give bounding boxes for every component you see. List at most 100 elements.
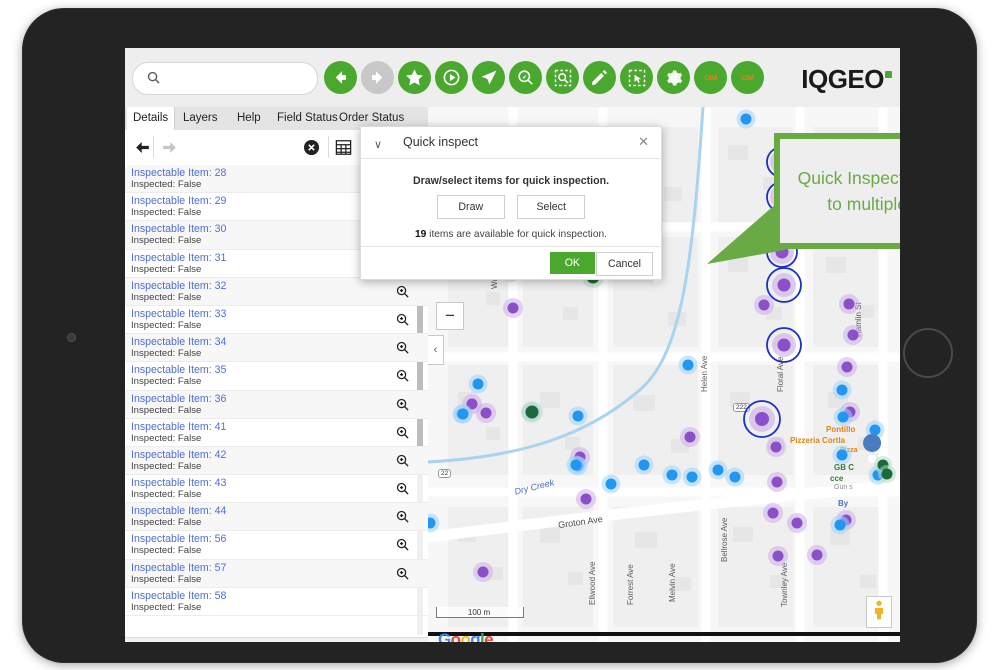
street-label: Dry Creek xyxy=(513,477,556,497)
area-search-button[interactable] xyxy=(546,61,579,94)
street-label: Ellwood Ave xyxy=(588,561,597,605)
cim-button-1[interactable]: CIM xyxy=(694,61,727,94)
poi-label: Pizza xyxy=(840,447,858,454)
list-back-button[interactable] xyxy=(133,138,152,162)
chevron-down-icon[interactable]: ∨ xyxy=(374,138,382,151)
panel-collapse-button[interactable]: ‹ xyxy=(428,335,444,365)
ok-button[interactable]: OK xyxy=(549,252,595,274)
clear-results-button[interactable] xyxy=(302,138,321,162)
quick-inspect-dialog[interactable]: ∨ Quick inspect ✕ Draw/select items for … xyxy=(360,126,662,280)
toolbar-divider-2 xyxy=(328,136,329,158)
route-badge: 22 xyxy=(438,469,452,478)
list-item-subtitle: Inspected: False xyxy=(131,573,202,585)
list-item-title: Inspectable Item: 32 xyxy=(131,279,227,292)
list-item[interactable]: Inspectable Item: 32 Inspected: False xyxy=(125,277,428,306)
search-map-button[interactable] xyxy=(509,61,542,94)
tab-help[interactable]: Help xyxy=(231,107,267,130)
street-label: Forrest Ave xyxy=(626,564,635,605)
back-arrow-button[interactable] xyxy=(324,61,357,94)
list-footer-count: 19 objects xyxy=(125,637,428,642)
list-item[interactable]: Inspectable Item: 58 Inspected: False xyxy=(125,588,428,616)
bookmark-button[interactable] xyxy=(398,61,431,94)
callout-annotation: Quick Inspect can apply to multiple item… xyxy=(774,133,900,249)
route-badge: 222 xyxy=(733,403,750,412)
draw-button[interactable]: Draw xyxy=(436,195,505,219)
dashed-box-magnifier-icon xyxy=(553,68,573,88)
list-item[interactable]: Inspectable Item: 56 Inspected: False xyxy=(125,531,428,560)
list-item-subtitle: Inspected: False xyxy=(131,404,202,416)
zoom-to-item-button[interactable] xyxy=(395,453,410,473)
dashed-box-cursor-icon xyxy=(627,68,647,88)
dialog-title: Quick inspect xyxy=(403,135,479,149)
list-item-title: Inspectable Item: 33 xyxy=(131,307,227,320)
zoom-to-item-button[interactable] xyxy=(395,340,410,360)
street-label: Groton Ave xyxy=(557,513,604,531)
select-button[interactable]: Select xyxy=(517,195,586,219)
tablet-home-button[interactable] xyxy=(903,328,953,378)
paper-plane-icon xyxy=(479,68,499,88)
map-major-road xyxy=(428,632,900,636)
navigate-button[interactable] xyxy=(472,61,505,94)
cancel-button[interactable]: Cancel xyxy=(596,252,653,276)
star-icon xyxy=(404,67,425,88)
poi-label: Pontillo xyxy=(826,425,856,434)
list-item-title: Inspectable Item: 44 xyxy=(131,505,227,518)
cim-button-2[interactable]: CIM xyxy=(731,61,764,94)
global-search-box[interactable] xyxy=(132,62,318,96)
list-item-subtitle: Inspected: False xyxy=(131,348,202,360)
list-item[interactable]: Inspectable Item: 57 Inspected: False xyxy=(125,559,428,588)
list-item-subtitle: Inspected: False xyxy=(131,376,202,388)
street-label: Hamlin St xyxy=(854,302,863,337)
street-view-pegman-button[interactable] xyxy=(866,596,892,628)
list-item[interactable]: Inspectable Item: 41 Inspected: False xyxy=(125,419,428,447)
list-item[interactable]: Inspectable Item: 36 Inspected: False xyxy=(125,390,428,419)
green-marker-group xyxy=(500,260,896,483)
map-zoom-out-button[interactable]: − xyxy=(436,302,464,330)
street-label: Townley Ave xyxy=(780,562,789,607)
list-item[interactable]: Inspectable Item: 35 Inspected: False xyxy=(125,362,428,391)
zoom-to-item-button[interactable] xyxy=(395,368,410,388)
tab-field-status[interactable]: Field Status xyxy=(271,107,344,130)
list-item[interactable]: Inspectable Item: 42 Inspected: False xyxy=(125,446,428,476)
settings-button[interactable] xyxy=(657,61,690,94)
grid-table-icon xyxy=(335,140,352,155)
list-item-title: Inspectable Item: 41 xyxy=(131,420,227,433)
close-icon[interactable]: ✕ xyxy=(638,134,649,150)
search-input[interactable] xyxy=(171,63,315,96)
grid-view-button[interactable] xyxy=(334,138,353,162)
zoom-to-item-button[interactable] xyxy=(395,425,410,445)
street-label: Melvin Ave xyxy=(668,563,677,602)
zoom-to-item-button[interactable] xyxy=(395,509,410,529)
forward-arrow-button xyxy=(361,61,394,94)
street-label: Floral Ave xyxy=(776,356,785,392)
select-box-button[interactable] xyxy=(620,61,653,94)
zoom-to-item-button[interactable] xyxy=(395,312,410,332)
zoom-to-item-button[interactable] xyxy=(395,481,410,501)
poi-label: GB C xyxy=(834,463,854,472)
play-button[interactable] xyxy=(435,61,468,94)
pencil-icon xyxy=(590,68,609,87)
draw-button[interactable] xyxy=(583,61,616,94)
iqgeo-logo-text: IQGEO xyxy=(801,64,884,94)
arrow-left-circle-icon xyxy=(331,68,350,87)
list-item-title: Inspectable Item: 36 xyxy=(131,392,227,405)
tab-layers[interactable]: Layers xyxy=(177,107,224,130)
list-item-title: Inspectable Item: 56 xyxy=(131,533,227,546)
poi-label: cce xyxy=(830,474,844,483)
zoom-to-item-button[interactable] xyxy=(395,397,410,417)
zoom-to-item-button[interactable] xyxy=(395,566,410,586)
arrow-right-circle-icon xyxy=(368,68,387,87)
zoom-to-item-button[interactable] xyxy=(395,284,410,304)
zoom-to-item-button[interactable] xyxy=(395,537,410,557)
list-item[interactable]: Inspectable Item: 44 Inspected: False xyxy=(125,503,428,532)
list-item[interactable]: Inspectable Item: 33 Inspected: False xyxy=(125,306,428,335)
list-item-subtitle: Inspected: False xyxy=(131,489,202,501)
dialog-body: Draw/select items for quick inspection. … xyxy=(361,159,661,246)
list-item[interactable]: Inspectable Item: 34 Inspected: False xyxy=(125,334,428,363)
list-item-subtitle: Inspected: False xyxy=(131,460,202,472)
tab-details[interactable]: Details xyxy=(127,107,176,130)
street-label: Bellrose Ave xyxy=(720,517,729,562)
list-item[interactable]: Inspectable Item: 43 Inspected: False xyxy=(125,475,428,504)
list-item-title: Inspectable Item: 57 xyxy=(131,561,227,574)
play-icon xyxy=(442,68,461,87)
